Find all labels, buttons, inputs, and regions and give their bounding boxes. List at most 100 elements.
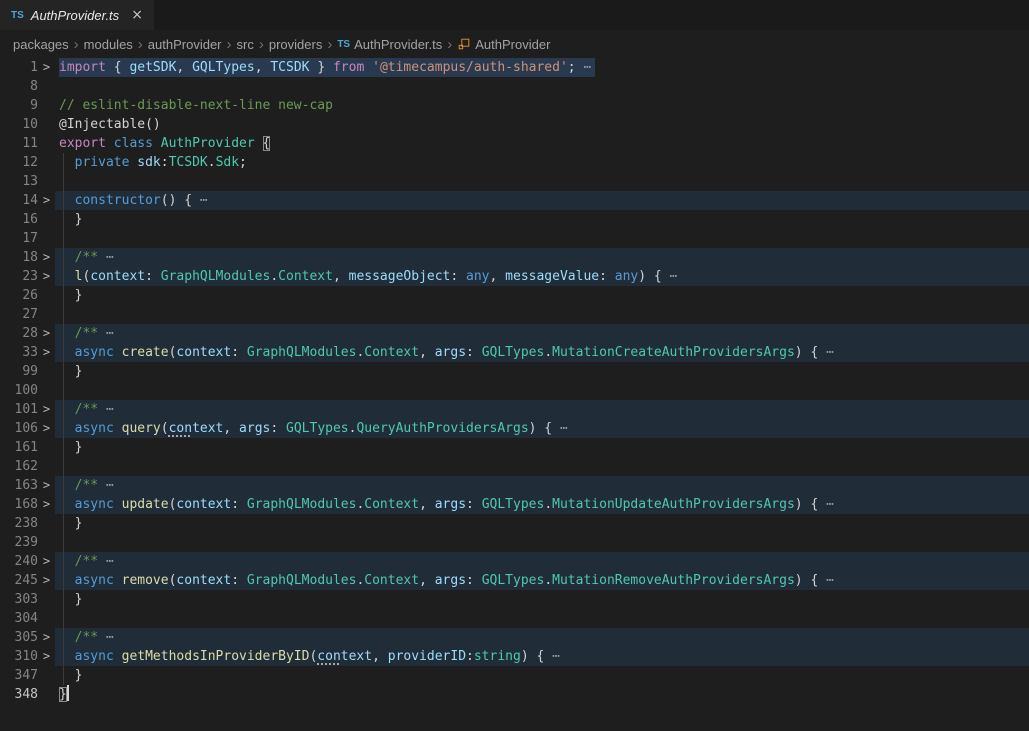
code-line[interactable]: async query(context, args: GQLTypes.Quer…	[55, 419, 1029, 438]
code-line[interactable]: constructor() { ⋯	[55, 191, 1029, 210]
breadcrumb-item-authprovider[interactable]: authProvider	[148, 37, 222, 52]
code-token: :	[466, 573, 482, 588]
code-token: Context	[278, 269, 333, 284]
code-line[interactable]: }	[55, 514, 1029, 533]
indent-guide	[63, 400, 64, 419]
code-line[interactable]: }	[55, 286, 1029, 305]
fold-chevron-right-icon[interactable]: >	[38, 419, 55, 438]
class-symbol-icon	[457, 37, 471, 51]
code-token: query	[122, 421, 161, 436]
fold-gutter-empty	[38, 381, 55, 400]
line-number: 239	[0, 533, 38, 552]
code-line[interactable]: l(context: GraphQLModules.Context, messa…	[55, 267, 1029, 286]
code-token: ) {	[795, 573, 826, 588]
code-line[interactable]	[55, 305, 1029, 324]
breadcrumb-item-packages[interactable]: packages	[13, 37, 69, 52]
code-token	[98, 630, 106, 645]
fold-chevron-right-icon[interactable]: >	[38, 552, 55, 571]
fold-gutter-empty	[38, 438, 55, 457]
code-line[interactable]: async update(context: GraphQLModules.Con…	[55, 495, 1029, 514]
code-token: remove	[122, 573, 169, 588]
editor-code-area[interactable]: 1>import { getSDK, GQLTypes, TCSDK } fro…	[0, 58, 1029, 704]
fold-ellipsis: ⋯	[826, 497, 834, 512]
code-token: :	[161, 155, 169, 170]
fold-chevron-right-icon[interactable]: >	[38, 400, 55, 419]
code-line[interactable]: /** ⋯	[55, 324, 1029, 343]
indent-guide	[63, 172, 64, 191]
code-token: ) {	[529, 421, 560, 436]
fold-gutter-empty	[38, 286, 55, 305]
code-line[interactable]: /** ⋯	[55, 400, 1029, 419]
fold-chevron-right-icon[interactable]: >	[38, 628, 55, 647]
code-line[interactable]: }	[55, 590, 1029, 609]
fold-chevron-right-icon[interactable]: >	[38, 248, 55, 267]
code-token: create	[122, 345, 169, 360]
fold-chevron-right-icon[interactable]: >	[38, 58, 55, 77]
code-token: Context	[364, 345, 419, 360]
code-line[interactable]	[55, 172, 1029, 191]
code-token	[114, 421, 122, 436]
breadcrumb-item-providers[interactable]: providers	[269, 37, 322, 52]
code-line[interactable]: }	[55, 666, 1029, 685]
code-line[interactable]	[55, 533, 1029, 552]
code-line[interactable]: /** ⋯	[55, 476, 1029, 495]
code-line[interactable]	[55, 457, 1029, 476]
fold-chevron-right-icon[interactable]: >	[38, 267, 55, 286]
code-line[interactable]: private sdk:TCSDK.Sdk;	[55, 153, 1029, 172]
code-token: async	[75, 649, 114, 664]
line-number: 26	[0, 286, 38, 305]
code-token	[98, 326, 106, 341]
fold-chevron-right-icon[interactable]: >	[38, 191, 55, 210]
code-token	[153, 136, 161, 151]
code-line[interactable]	[55, 77, 1029, 96]
code-token: :	[145, 269, 161, 284]
fold-chevron-right-icon[interactable]: >	[38, 647, 55, 666]
fold-chevron-right-icon[interactable]: >	[38, 343, 55, 362]
code-line[interactable]: async getMethodsInProviderByID(context, …	[55, 647, 1029, 666]
code-line[interactable]	[55, 609, 1029, 628]
code-row: 239	[0, 533, 1029, 552]
code-token: sdk	[137, 155, 160, 170]
code-token	[59, 478, 75, 493]
fold-chevron-right-icon[interactable]: >	[38, 495, 55, 514]
code-token: context	[169, 421, 224, 436]
fold-gutter-empty	[38, 457, 55, 476]
code-token: ) {	[795, 345, 826, 360]
code-line[interactable]: }	[55, 210, 1029, 229]
code-token: MutationCreateAuthProvidersArgs	[552, 345, 795, 360]
code-token: .	[544, 345, 552, 360]
line-number: 101	[0, 400, 38, 419]
indent-guide	[63, 438, 64, 457]
code-line[interactable]: @Injectable()	[55, 115, 1029, 134]
code-line[interactable]: import { getSDK, GQLTypes, TCSDK } from …	[55, 58, 1029, 77]
code-token: ) {	[638, 269, 669, 284]
code-line[interactable]: }	[55, 685, 1029, 704]
indent-guide	[63, 514, 64, 533]
fold-gutter-empty	[38, 666, 55, 685]
code-line[interactable]: // eslint-disable-next-line new-cap	[55, 96, 1029, 115]
fold-chevron-right-icon[interactable]: >	[38, 571, 55, 590]
close-icon[interactable]: ×	[131, 7, 143, 23]
line-number: 347	[0, 666, 38, 685]
code-line[interactable]: async create(context: GraphQLModules.Con…	[55, 343, 1029, 362]
code-token: /**	[75, 326, 98, 341]
breadcrumb-item-src[interactable]: src	[237, 37, 254, 52]
code-line[interactable]	[55, 229, 1029, 248]
code-line[interactable]: /** ⋯	[55, 552, 1029, 571]
code-line[interactable]: /** ⋯	[55, 248, 1029, 267]
code-row: 238 }	[0, 514, 1029, 533]
code-line[interactable]: /** ⋯	[55, 628, 1029, 647]
breadcrumb-item-authprovider-ts[interactable]: TSAuthProvider.ts	[337, 37, 442, 52]
code-line[interactable]: async remove(context: GraphQLModules.Con…	[55, 571, 1029, 590]
code-line[interactable]	[55, 381, 1029, 400]
fold-chevron-right-icon[interactable]: >	[38, 476, 55, 495]
breadcrumb-item-modules[interactable]: modules	[84, 37, 133, 52]
code-row: 23> l(context: GraphQLModules.Context, m…	[0, 267, 1029, 286]
code-line[interactable]: }	[55, 438, 1029, 457]
fold-chevron-right-icon[interactable]: >	[38, 324, 55, 343]
breadcrumb-item-authprovider[interactable]: AuthProvider	[457, 37, 550, 52]
code-token	[59, 155, 75, 170]
code-line[interactable]: }	[55, 362, 1029, 381]
code-line[interactable]: export class AuthProvider {	[55, 134, 1029, 153]
tab-authprovider[interactable]: TS AuthProvider.ts ×	[0, 0, 154, 30]
